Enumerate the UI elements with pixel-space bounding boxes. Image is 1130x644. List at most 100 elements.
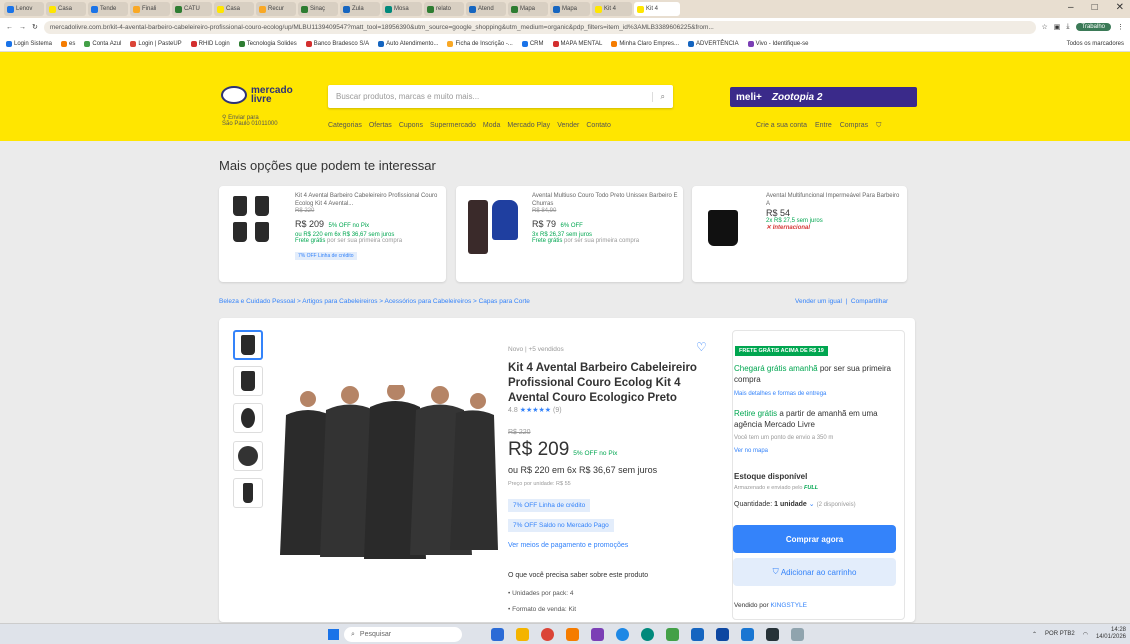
minimize-icon[interactable]: – — [1068, 2, 1074, 13]
browser-tab[interactable]: Casa — [46, 2, 86, 16]
windows-start-icon[interactable] — [328, 629, 339, 640]
cart-icon[interactable]: ⛉ — [876, 122, 881, 130]
nav-item[interactable]: Vender — [557, 122, 579, 129]
seller-link[interactable]: KINGSTYLE — [771, 602, 807, 609]
taskbar-app-icon[interactable] — [741, 628, 754, 641]
taskbar-app-icon[interactable] — [566, 628, 579, 641]
favorite-heart-icon[interactable]: ♡ — [696, 340, 707, 354]
chrome-icon[interactable] — [616, 628, 629, 641]
taskbar-app-icon[interactable] — [491, 628, 504, 641]
nav-item[interactable]: Supermercado — [430, 122, 476, 129]
forward-icon[interactable]: → — [19, 24, 26, 31]
credit-badge[interactable]: 7% OFF Linha de crédito — [508, 499, 591, 512]
bookmark-item[interactable]: Vivo - Identifique-se — [747, 40, 809, 47]
ship-to-location[interactable]: ⚲ Enviar para São Paulo 01011000 — [222, 115, 278, 127]
shipping-details-link[interactable]: Mais detalhes e formas de entrega — [734, 391, 826, 397]
reload-icon[interactable]: ↻ — [32, 23, 38, 31]
bookmark-item[interactable]: ADVERTÊNCIA — [688, 40, 739, 47]
account-nav-item[interactable]: Crie a sua conta — [756, 122, 807, 130]
taskbar-app-icon[interactable] — [691, 628, 704, 641]
suggestion-card[interactable]: Avental Multiuso Couro Todo Preto Unisse… — [456, 186, 683, 282]
chevron-up-icon[interactable]: ⌃ — [1032, 631, 1037, 638]
bookmark-item[interactable]: Login Sistema — [6, 40, 52, 47]
language-indicator[interactable]: POR PTB2 — [1045, 631, 1075, 637]
browser-tab[interactable]: Mosa — [382, 2, 422, 16]
bookmark-item[interactable]: Conta Azul — [84, 40, 121, 47]
gallery-thumb[interactable] — [233, 330, 263, 360]
download-icon[interactable]: ⤓ — [1066, 23, 1069, 31]
taskbar-app-icon[interactable] — [666, 628, 679, 641]
bookmark-item[interactable]: Ficha de Inscrição -... — [447, 40, 513, 47]
add-to-cart-button[interactable]: ⛉ Adicionar ao carrinho — [733, 558, 896, 586]
gallery-thumb[interactable] — [233, 478, 263, 508]
suggestion-card[interactable]: Kit 4 Avental Barbeiro Cabeleireiro Prof… — [219, 186, 446, 282]
account-nav-item[interactable]: Compras — [840, 122, 868, 130]
share-link[interactable]: Compartilhar — [851, 298, 888, 305]
profile-button[interactable]: Trabalho — [1075, 23, 1111, 31]
browser-tab[interactable]: Zula — [340, 2, 380, 16]
bookmark-star-icon[interactable]: ☆ — [1042, 23, 1048, 31]
rating-stars[interactable]: ★★★★★ — [520, 407, 551, 414]
map-link[interactable]: Ver no mapa — [734, 448, 768, 454]
browser-tab[interactable]: Sinaç — [298, 2, 338, 16]
bookmark-item[interactable]: RHID Login — [190, 40, 230, 47]
browser-tab[interactable]: CATU — [172, 2, 212, 16]
wifi-icon[interactable]: ◠ — [1083, 631, 1088, 638]
buy-now-button[interactable]: Comprar agora — [733, 525, 896, 553]
browser-tab[interactable]: Kit 4 — [634, 2, 680, 16]
promo-banner[interactable]: meli+ Zootopia 2 — [730, 87, 917, 107]
chrome-icon[interactable] — [641, 628, 654, 641]
sell-similar-link[interactable]: Vender um igual — [795, 298, 842, 305]
bookmark-item[interactable]: Tecnologia Solides — [238, 40, 297, 47]
browser-tab[interactable]: Finali — [130, 2, 170, 16]
suggestion-card[interactable]: Avental Multifuncional Impermeável Para … — [692, 186, 907, 282]
account-nav-item[interactable]: Entre — [815, 122, 832, 130]
bookmark-item[interactable]: Login | PasteUP — [130, 40, 182, 47]
extensions-icon[interactable]: ▣ — [1054, 23, 1061, 31]
browser-tab[interactable]: Atend — [466, 2, 506, 16]
browser-tab[interactable]: Lenov — [4, 2, 44, 16]
search-icon[interactable]: ⌕ — [651, 91, 665, 102]
browser-tab[interactable]: relato — [424, 2, 464, 16]
gallery-thumb[interactable] — [233, 403, 263, 433]
nav-item[interactable]: Mercado Play — [507, 122, 550, 129]
maximize-icon[interactable]: □ — [1092, 2, 1098, 13]
nav-item[interactable]: Contato — [586, 122, 611, 129]
gallery-thumb[interactable] — [233, 441, 263, 471]
taskbar-app-icon[interactable] — [716, 628, 729, 641]
bookmark-item[interactable]: Banco Bradesco S/A — [305, 40, 369, 47]
taskbar-search[interactable]: ⌕ Pesquisar — [344, 627, 462, 642]
chrome-icon[interactable] — [541, 628, 554, 641]
quantity-select[interactable]: Quantidade: 1 unidade ⌄ (2 disponíveis) — [734, 500, 856, 508]
product-main-image[interactable] — [278, 385, 500, 565]
browser-tab[interactable]: Tende — [88, 2, 128, 16]
balance-badge[interactable]: 7% OFF Saldo no Mercado Pago — [508, 519, 614, 532]
bookmark-item[interactable]: Auto Atendimento... — [378, 40, 438, 47]
nav-item[interactable]: Cupons — [399, 122, 423, 129]
browser-tab[interactable]: Mapa — [550, 2, 590, 16]
nav-item[interactable]: Ofertas — [369, 122, 392, 129]
browser-tab[interactable]: Casa — [214, 2, 254, 16]
mercado-livre-logo[interactable]: mercado livre — [221, 86, 293, 105]
close-window-icon[interactable]: ✕ — [1116, 2, 1124, 13]
breadcrumb[interactable]: Beleza e Cuidado Pessoal > Artigos para … — [219, 298, 530, 305]
taskbar-app-icon[interactable] — [791, 628, 804, 641]
browser-tab[interactable]: Mapa — [508, 2, 548, 16]
gallery-thumb[interactable] — [233, 366, 263, 396]
all-bookmarks-folder[interactable]: Todos os marcadores — [1067, 41, 1124, 47]
bookmark-item[interactable]: CRM — [521, 40, 544, 47]
browser-tab[interactable]: Recur — [256, 2, 296, 16]
payment-methods-link[interactable]: Ver meios de pagamento e promoções — [508, 542, 628, 549]
nav-item[interactable]: Moda — [483, 122, 501, 129]
bookmark-item[interactable]: Minha Claro Empres... — [611, 40, 679, 47]
bookmark-item[interactable]: MAPA MENTAL — [552, 40, 602, 47]
taskbar-app-icon[interactable] — [766, 628, 779, 641]
search-input[interactable]: Buscar produtos, marcas e muito mais... … — [328, 85, 673, 108]
taskbar-app-icon[interactable] — [591, 628, 604, 641]
browser-tab[interactable]: Kit 4 — [592, 2, 632, 16]
back-icon[interactable]: ← — [6, 24, 13, 31]
menu-icon[interactable]: ⋮ — [1117, 23, 1124, 31]
bookmark-item[interactable]: es — [61, 40, 75, 47]
taskbar-app-icon[interactable] — [516, 628, 529, 641]
nav-item[interactable]: Categorias — [328, 122, 362, 129]
